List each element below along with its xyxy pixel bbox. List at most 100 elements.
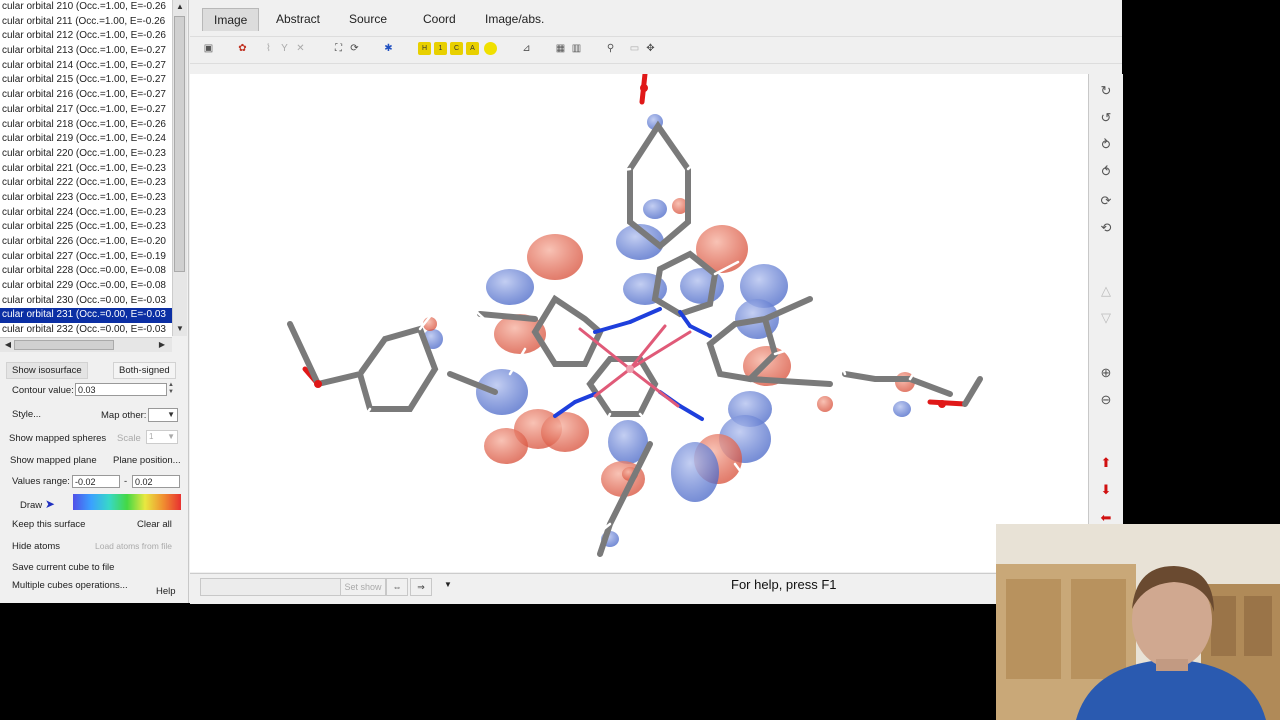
- label-icon[interactable]: 1: [434, 42, 447, 55]
- map-other-dropdown[interactable]: ▼: [148, 408, 178, 422]
- save-cube-button[interactable]: Save current cube to file: [12, 562, 114, 573]
- zoom-icon[interactable]: ⚲: [604, 42, 617, 55]
- rotate-right-icon[interactable]: ⥀: [1099, 165, 1113, 179]
- zoom-out-icon[interactable]: ⊖: [1099, 393, 1113, 407]
- view-tabs: Image Abstract Source Coord Image/abs.: [190, 8, 1122, 32]
- zoom-in-icon[interactable]: ⊕: [1099, 366, 1113, 380]
- orbital-list-item[interactable]: cular orbital 227 (Occ.=1.00, E=-0.19: [0, 250, 172, 265]
- tab-abstract[interactable]: Abstract: [265, 8, 331, 30]
- orbital-list-item[interactable]: cular orbital 221 (Occ.=1.00, E=-0.23: [0, 162, 172, 177]
- rotate-up-icon[interactable]: ↻: [1099, 84, 1113, 98]
- orbital-list-item[interactable]: cular orbital 223 (Occ.=1.00, E=-0.23: [0, 191, 172, 206]
- move-up-disabled-icon[interactable]: △: [1099, 284, 1113, 298]
- orbital-list-item[interactable]: cular orbital 220 (Occ.=1.00, E=-0.23: [0, 147, 172, 162]
- orbital-list-vertical-scrollbar[interactable]: ▲ ▼: [172, 0, 187, 336]
- hscroll-thumb[interactable]: [14, 340, 114, 350]
- help-button[interactable]: Help: [156, 586, 176, 597]
- orbital-list-item[interactable]: cular orbital 222 (Occ.=1.00, E=-0.23: [0, 176, 172, 191]
- scroll-up-arrow-icon[interactable]: ▲: [174, 0, 186, 14]
- measure-icon[interactable]: ⊿: [520, 42, 533, 55]
- molecule-icon[interactable]: ✱: [382, 42, 395, 55]
- orbital-list-item[interactable]: cular orbital 226 (Occ.=1.00, E=-0.20: [0, 235, 172, 250]
- orbital-list-item[interactable]: cular orbital 212 (Occ.=1.00, E=-0.26: [0, 29, 172, 44]
- swap-icon[interactable]: ⇔: [386, 578, 408, 596]
- toolbar: ▣ ✿ ⌇ Y ✕ ⛶ ⟳ ✱ H 1 C A ⊿ ▦ ▥ ⚲ ▭ ✥: [190, 36, 1122, 64]
- delete-tool-icon[interactable]: ✕: [294, 42, 307, 55]
- grid-icon[interactable]: ▥: [570, 42, 583, 55]
- help-text: For help, press F1: [731, 577, 837, 592]
- tab-image-abs[interactable]: Image/abs.: [474, 8, 555, 30]
- arrow-down-icon[interactable]: ⬇: [1099, 483, 1113, 497]
- orbital-list-item[interactable]: cular orbital 216 (Occ.=1.00, E=-0.27: [0, 88, 172, 103]
- arrow-up-icon[interactable]: ⬆: [1099, 456, 1113, 470]
- camera-icon[interactable]: ▣: [202, 42, 215, 55]
- orbital-list-item[interactable]: cular orbital 230 (Occ.=0.00, E=-0.03: [0, 294, 172, 309]
- rotate-left-icon[interactable]: ⥁: [1099, 138, 1113, 152]
- arrow-left-icon[interactable]: ⬅: [1099, 511, 1113, 525]
- orbital-list-item[interactable]: cular orbital 225 (Occ.=1.00, E=-0.23: [0, 220, 172, 235]
- orbital-list[interactable]: cular orbital 210 (Occ.=1.00, E=-0.26 cul…: [0, 0, 172, 337]
- webcam-overlay: [996, 524, 1280, 720]
- orbital-list-item[interactable]: cular orbital 224 (Occ.=1.00, E=-0.23: [0, 206, 172, 221]
- scroll-right-arrow-icon[interactable]: ▶: [156, 338, 168, 352]
- rotate-view-icon[interactable]: ⟳: [348, 42, 361, 55]
- orbital-list-item[interactable]: cular orbital 219 (Occ.=1.00, E=-0.24: [0, 132, 172, 147]
- range-max-field[interactable]: 0.02: [132, 475, 180, 488]
- draw-button[interactable]: Draw ➤: [20, 497, 55, 511]
- palette-icon[interactable]: ✿: [236, 42, 249, 55]
- show-mapped-plane-button[interactable]: Show mapped plane: [10, 455, 97, 466]
- move-down-disabled-icon[interactable]: ▽: [1099, 311, 1113, 325]
- orbital-list-item[interactable]: cular orbital 218 (Occ.=1.00, E=-0.26: [0, 118, 172, 133]
- rotate-cw-icon[interactable]: ⟳: [1099, 194, 1113, 208]
- scroll-thumb[interactable]: [174, 16, 185, 272]
- tab-image[interactable]: Image: [202, 8, 260, 31]
- hide-atoms-button[interactable]: Hide atoms: [12, 541, 60, 552]
- sphere-icon[interactable]: [484, 42, 497, 55]
- both-signed-button[interactable]: Both-signed: [113, 362, 176, 379]
- charge-icon[interactable]: C: [450, 42, 463, 55]
- style-button[interactable]: Style...: [12, 409, 41, 420]
- orbital-list-item[interactable]: cular orbital 210 (Occ.=1.00, E=-0.26: [0, 0, 172, 15]
- move-icon[interactable]: ✥: [644, 42, 657, 55]
- select-box-icon[interactable]: ▭: [628, 42, 641, 55]
- tab-coord[interactable]: Coord: [412, 8, 467, 30]
- show-mapped-spheres-button[interactable]: Show mapped spheres: [9, 433, 106, 444]
- orbital-list-item[interactable]: cular orbital 215 (Occ.=1.00, E=-0.27: [0, 73, 172, 88]
- orbital-list-item[interactable]: cular orbital 213 (Occ.=1.00, E=-0.27: [0, 44, 172, 59]
- orbital-list-item[interactable]: cular orbital 211 (Occ.=1.00, E=-0.26: [0, 15, 172, 30]
- load-atoms-button[interactable]: Load atoms from file: [95, 541, 172, 551]
- contour-value-field[interactable]: 0.03: [75, 383, 167, 396]
- keep-surface-button[interactable]: Keep this surface: [12, 519, 85, 530]
- fit-view-icon[interactable]: ⛶: [332, 42, 345, 55]
- atom-icon[interactable]: A: [466, 42, 479, 55]
- orbital-list-horizontal-scrollbar[interactable]: ◀ ▶: [0, 337, 172, 352]
- orbital-list-item[interactable]: cular orbital 232 (Occ.=0.00, E=-0.03: [0, 323, 172, 337]
- orbital-list-item[interactable]: cular orbital 231 (Occ.=0.00, E=-0.03: [0, 308, 172, 324]
- forward-icon[interactable]: ⇒: [410, 578, 432, 596]
- rotate-down-icon[interactable]: ↺: [1099, 111, 1113, 125]
- range-min-field[interactable]: -0.02: [72, 475, 120, 488]
- orbital-list-item[interactable]: cular orbital 217 (Occ.=1.00, E=-0.27: [0, 103, 172, 118]
- scale-dropdown[interactable]: 1 ▼: [146, 430, 178, 444]
- orbital-list-item[interactable]: cular orbital 228 (Occ.=0.00, E=-0.08: [0, 264, 172, 279]
- orbital-list-item[interactable]: cular orbital 229 (Occ.=0.00, E=-0.08: [0, 279, 172, 294]
- orbital-list-item[interactable]: cular orbital 214 (Occ.=1.00, E=-0.27: [0, 59, 172, 74]
- app-window: cular orbital 210 (Occ.=1.00, E=-0.26 cul…: [0, 0, 1123, 604]
- tab-source[interactable]: Source: [338, 8, 398, 30]
- scroll-down-arrow-icon[interactable]: ▼: [174, 322, 186, 336]
- angle-tool-icon[interactable]: Y: [278, 42, 291, 55]
- hydrogen-icon[interactable]: H: [418, 42, 431, 55]
- set-show-button[interactable]: Set show: [340, 578, 386, 596]
- contour-spinner-icon[interactable]: ▲ ▼: [168, 382, 174, 396]
- clear-all-button[interactable]: Clear all: [137, 519, 172, 530]
- bond-tool-icon[interactable]: ⌇: [262, 42, 275, 55]
- dropdown-arrow-icon[interactable]: ▼: [444, 580, 452, 589]
- show-isosurface-button[interactable]: Show isosurface: [6, 362, 88, 379]
- multiple-cubes-button[interactable]: Multiple cubes operations...: [12, 580, 128, 591]
- molecule-viewer[interactable]: [190, 74, 1088, 572]
- frame-icon[interactable]: ▦: [554, 42, 567, 55]
- scroll-left-arrow-icon[interactable]: ◀: [2, 338, 14, 352]
- plane-position-button[interactable]: Plane position...: [113, 455, 181, 466]
- view-controls-sidebar: ↻ ↺ ⥁ ⥀ ⟳ ⟲ △ ▽ ⊕ ⊖ ⬆ ⬇ ⬅: [1088, 74, 1123, 525]
- rotate-ccw-icon[interactable]: ⟲: [1099, 221, 1113, 235]
